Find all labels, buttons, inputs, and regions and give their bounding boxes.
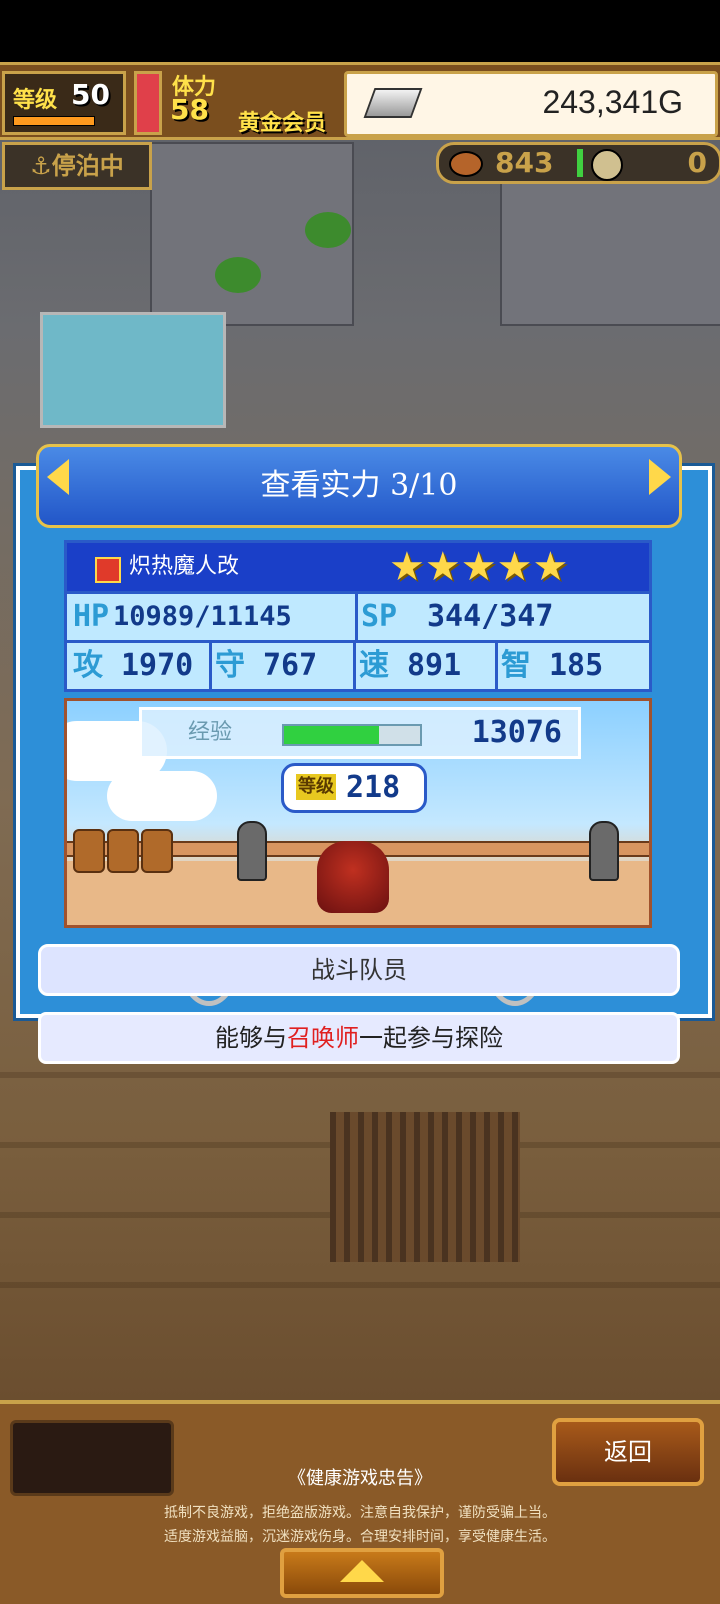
attributes-row: 攻 1970 守 767 速 891 智 185 (67, 640, 649, 689)
meat-icon (449, 151, 483, 177)
member-badge: 黄金会员 (238, 111, 327, 136)
monster-level-bubble: 等级 218 (281, 763, 427, 813)
player-level-box: 等级 50 (2, 71, 126, 135)
medal-coin-icon (591, 149, 623, 181)
sp-value: 344/347 (427, 599, 554, 634)
star-icon: ★ (532, 544, 569, 590)
stamina-value: 58 (170, 93, 209, 126)
desc-text: 能够与 (215, 1024, 287, 1052)
hp-label: HP (73, 599, 110, 634)
star-icon: ★ (389, 544, 425, 590)
star-icon: ★ (424, 544, 461, 590)
int-value: 185 (549, 648, 604, 683)
spd-label: 速 (359, 648, 389, 683)
battle-preview: 经验 13076 等级 218 (64, 698, 652, 928)
cannon (589, 821, 619, 881)
health-notice-line: 适度游戏益脑，沉迷游戏伤身。合理安排时间，享受健康生活。 (164, 1529, 556, 1545)
level-progress-bar (13, 116, 95, 126)
level-value: 50 (71, 78, 110, 111)
food-count: 843 (495, 146, 554, 179)
water-pool (40, 312, 226, 428)
gold-amount: 243,341G (542, 84, 683, 120)
barrel (107, 829, 139, 873)
exp-bar (282, 724, 422, 746)
bottom-panel: 返回 《健康游戏忠告》 抵制不良游戏，拒绝盗版游戏。注意自我保护，谨防受骗上当。… (0, 1400, 720, 1604)
gold-panel: 243,341G (344, 71, 718, 137)
expand-menu-button[interactable] (280, 1548, 444, 1598)
exp-value: 13076 (471, 715, 562, 750)
def-value: 767 (263, 648, 318, 683)
level-label: 等级 (13, 88, 58, 113)
desc-highlight: 召唤师 (287, 1024, 359, 1052)
dialog-title-bar: 查看实力 3/10 (36, 444, 682, 528)
star-rating: ★★★★★ (389, 547, 568, 587)
star-icon: ★ (496, 544, 533, 590)
exp-panel: 经验 13076 (139, 707, 581, 759)
stat-divider (355, 594, 358, 640)
hp-sp-row: HP 10989/11145 SP 344/347 (67, 591, 649, 640)
medal-count: 0 (687, 146, 707, 179)
barrel (73, 829, 105, 873)
moored-status-button[interactable]: ⚓停泊中 (2, 142, 152, 190)
food-indicator (577, 149, 583, 177)
dialog-title: 查看实力 3/10 (260, 468, 458, 503)
health-notice-line: 抵制不良游戏，拒绝盗版游戏。注意自我保护，谨防受骗上当。 (164, 1505, 556, 1521)
crew-status-label: 战斗队员 (38, 944, 680, 996)
spd-value: 891 (407, 648, 462, 683)
monster-name: 炽热魔人改 (129, 554, 240, 579)
hp-value: 10989/11145 (113, 601, 292, 632)
top-hud: 等级 50 体力 58 黄金会员 243,341G (0, 62, 720, 140)
deck-plank (0, 1072, 720, 1078)
def-label: 守 (215, 648, 245, 683)
ship-stairs (330, 1112, 520, 1262)
int-label: 智 (501, 648, 531, 683)
next-arrow-icon[interactable] (649, 459, 671, 495)
tree (215, 257, 261, 293)
sp-label: SP (361, 599, 398, 634)
cannon (237, 821, 267, 881)
barrel (141, 829, 173, 873)
desc-text: 一起参与探险 (359, 1024, 503, 1052)
monster-level-value: 218 (346, 770, 401, 805)
silver-bar-icon (363, 88, 423, 118)
monster-stats-panel: 炽热魔人改 ★★★★★ HP 10989/11145 SP 344/347 攻 … (64, 540, 652, 692)
deck-plank (0, 1282, 720, 1288)
tree (305, 212, 351, 248)
up-arrow-icon (340, 1560, 384, 1582)
atk-value: 1970 (121, 648, 194, 683)
stamina-bar (134, 71, 162, 135)
fire-element-icon (95, 557, 121, 583)
cloud (107, 771, 217, 821)
monster-sprite (317, 841, 389, 913)
resource-bar: 843 0 (436, 142, 720, 184)
health-notice-title: 《健康游戏忠告》 (288, 1468, 432, 1489)
castle-wall (500, 162, 720, 326)
stat-divider (209, 643, 212, 689)
monster-description: 能够与召唤师一起参与探险 (38, 1012, 680, 1064)
stat-divider (353, 643, 356, 689)
star-icon: ★ (460, 544, 497, 590)
monster-header: 炽热魔人改 ★★★★★ (67, 543, 649, 591)
anchor-icon: ⚓ (30, 152, 52, 180)
atk-label: 攻 (73, 648, 103, 683)
exp-bar-fill (284, 726, 380, 744)
monster-level-tag: 等级 (296, 774, 336, 800)
moored-label: 停泊中 (51, 152, 124, 180)
stat-divider (495, 643, 498, 689)
exp-label: 经验 (188, 720, 233, 745)
